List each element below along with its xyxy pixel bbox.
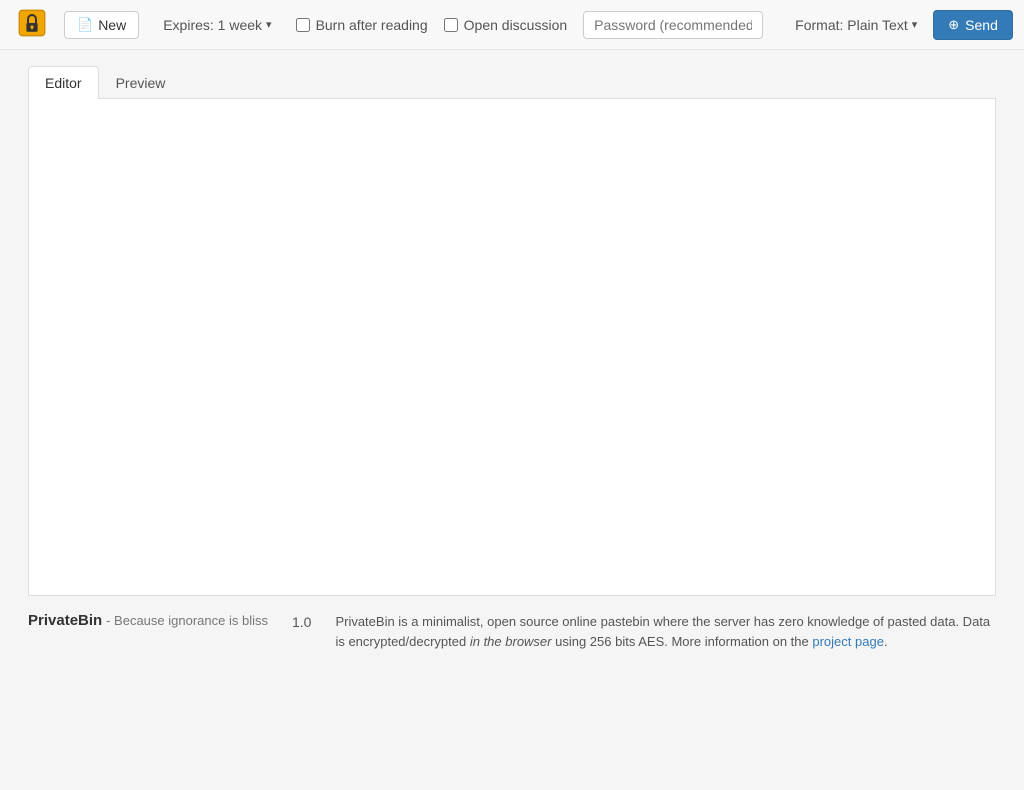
password-input[interactable] bbox=[583, 11, 763, 39]
expires-label: Expires: 1 week bbox=[163, 17, 262, 33]
tab-preview[interactable]: Preview bbox=[99, 66, 183, 99]
editor-textarea[interactable] bbox=[29, 99, 995, 595]
new-button[interactable]: 📄 New bbox=[64, 11, 139, 39]
footer: PrivateBin - Because ignorance is bliss … bbox=[12, 612, 1012, 651]
main-content: Editor Preview bbox=[12, 66, 1012, 596]
footer-desc-end: . bbox=[884, 634, 888, 649]
burn-after-reading-label[interactable]: Burn after reading bbox=[296, 17, 428, 33]
footer-brand: PrivateBin - Because ignorance is bliss bbox=[28, 612, 268, 629]
format-dropdown[interactable]: Format: Plain Text bbox=[795, 17, 917, 33]
tab-preview-label: Preview bbox=[116, 75, 166, 91]
send-button[interactable]: ⊕ Send bbox=[933, 10, 1013, 40]
app-tagline: - Because ignorance is bliss bbox=[106, 613, 268, 628]
tabs-container: Editor Preview bbox=[28, 66, 996, 99]
send-button-label: Send bbox=[965, 17, 998, 33]
editor-container bbox=[28, 99, 996, 596]
footer-desc-italic: in the browser bbox=[470, 634, 552, 649]
send-icon: ⊕ bbox=[948, 17, 959, 33]
open-discussion-text: Open discussion bbox=[464, 17, 568, 33]
open-discussion-label[interactable]: Open discussion bbox=[444, 17, 568, 33]
expires-dropdown[interactable]: Expires: 1 week bbox=[155, 12, 279, 38]
tab-editor[interactable]: Editor bbox=[28, 66, 99, 99]
open-discussion-checkbox[interactable] bbox=[444, 18, 458, 32]
app-version: 1.0 bbox=[292, 612, 311, 630]
document-icon: 📄 bbox=[77, 17, 93, 33]
new-button-label: New bbox=[98, 17, 126, 33]
burn-after-reading-text: Burn after reading bbox=[316, 17, 428, 33]
tab-editor-label: Editor bbox=[45, 75, 82, 91]
format-label: Format: Plain Text bbox=[795, 17, 908, 33]
burn-after-reading-checkbox[interactable] bbox=[296, 18, 310, 32]
app-name: PrivateBin bbox=[28, 612, 102, 629]
footer-description: PrivateBin is a minimalist, open source … bbox=[335, 612, 996, 651]
footer-desc-text2: using 256 bits AES. More information on … bbox=[552, 634, 813, 649]
app-logo bbox=[16, 7, 48, 42]
project-page-link[interactable]: project page bbox=[812, 634, 884, 649]
navbar: 📄 New Expires: 1 week Burn after reading… bbox=[0, 0, 1024, 50]
